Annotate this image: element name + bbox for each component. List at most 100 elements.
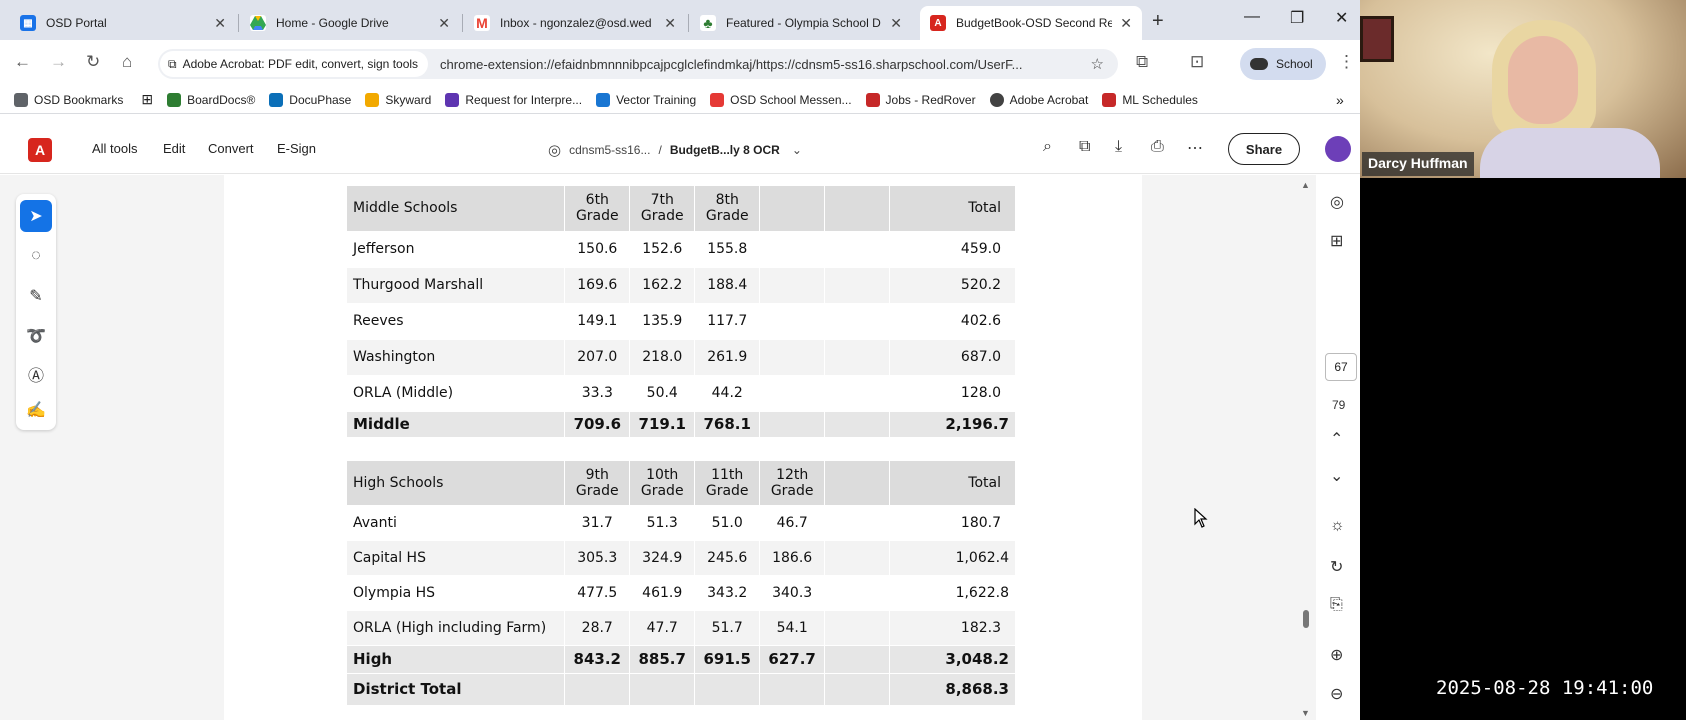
bookmark-osd-messenger[interactable]: OSD School Messen... — [710, 92, 852, 107]
value-cell: 719.1 — [629, 411, 696, 438]
menu-e-sign[interactable]: E-Sign — [277, 141, 316, 156]
chevron-down-icon: ⌄ — [791, 143, 802, 157]
more-options-icon[interactable]: ⋯ — [1187, 138, 1203, 158]
bookmark-label: Skyward — [385, 92, 432, 107]
bookmark-redrover[interactable]: Jobs - RedRover — [865, 92, 976, 107]
minimize-icon[interactable]: — — [1244, 8, 1260, 26]
user-avatar[interactable] — [1325, 136, 1351, 162]
close-icon[interactable]: ✕ — [664, 15, 676, 32]
chevron-up-icon[interactable]: ⌃ — [1330, 429, 1343, 449]
new-tab-icon[interactable]: + — [1152, 10, 1164, 33]
comment-icon[interactable]: ◌ — [20, 240, 52, 272]
chevron-down-icon[interactable]: ⌄ — [1330, 466, 1343, 486]
home-icon[interactable]: ⌂ — [122, 52, 132, 72]
bookmark-star-icon[interactable]: ☆ — [1091, 55, 1104, 73]
table-row: ORLA (High including Farm) 28.7 47.7 51.… — [347, 610, 1016, 646]
zoom-in-icon[interactable]: ⊕ — [1330, 645, 1343, 665]
acrobat-logo-icon[interactable]: A — [28, 138, 52, 162]
value-cell — [759, 231, 826, 268]
scroll-up-icon[interactable]: ▲ — [1301, 180, 1310, 190]
bookmark-vector-training[interactable]: Vector Training — [596, 92, 696, 107]
participant-shirt — [1480, 128, 1660, 178]
header-cell — [824, 186, 891, 232]
total-cell: 128.0 — [889, 375, 1016, 412]
menu-edit[interactable]: Edit — [163, 141, 185, 156]
extension-chip[interactable]: ⧉ Adobe Acrobat: PDF edit, convert, sign… — [160, 51, 429, 77]
print-icon[interactable]: ⎙ — [1151, 138, 1164, 156]
bookmark-skyward[interactable]: Skyward — [365, 92, 432, 107]
bookmark-request-interpreter[interactable]: Request for Interpre... — [445, 92, 582, 107]
bookmark-boarddocs[interactable]: BoardDocs® — [167, 92, 255, 107]
value-cell: 691.5 — [694, 645, 761, 674]
docuphase-icon — [269, 92, 284, 107]
tab-separator — [238, 14, 239, 32]
close-icon[interactable]: ✕ — [214, 15, 226, 32]
redrover-icon — [865, 92, 880, 107]
school-name: ORLA (Middle) — [347, 375, 566, 412]
bookmark-adobe-acrobat[interactable]: Adobe Acrobat — [989, 92, 1088, 107]
extensions-icon[interactable]: ⧉ — [1136, 52, 1148, 72]
select-cursor-icon[interactable]: ➤ — [20, 200, 52, 232]
tab-bar: ▦ OSD Portal ✕ Home - Google Drive ✕ M I… — [0, 0, 1360, 40]
menu-convert[interactable]: Convert — [208, 141, 254, 156]
zoom-out-icon[interactable]: ⊖ — [1330, 684, 1343, 704]
tab-budgetbook[interactable]: A BudgetBook-OSD Second Re ✕ — [920, 6, 1142, 40]
lasso-icon[interactable]: ➰ — [20, 320, 52, 352]
thumbnails-grid-icon[interactable]: ⊞ — [1330, 231, 1343, 251]
value-cell: 150.6 — [564, 231, 631, 268]
gmail-icon: M — [474, 15, 490, 31]
scroll-down-icon[interactable]: ▼ — [1301, 708, 1310, 718]
menu-all-tools[interactable]: All tools — [92, 141, 138, 156]
youtube-icon — [710, 92, 725, 107]
value-cell: 885.7 — [629, 645, 696, 674]
total-cell: 687.0 — [889, 339, 1016, 376]
bookmark-docuphase[interactable]: DocuPhase — [269, 92, 351, 107]
school-name: Thurgood Marshall — [347, 267, 566, 304]
scroll-thumb[interactable] — [1303, 610, 1309, 628]
highlight-pen-icon[interactable]: ✎ — [20, 280, 52, 312]
tab-gmail[interactable]: M Inbox - ngonzalez@osd.wed ✕ — [464, 6, 686, 40]
brightness-icon[interactable]: ☼ — [1330, 517, 1345, 535]
ai-assistant-icon[interactable]: ◎ — [1330, 192, 1344, 212]
document-export-icon[interactable]: ⎘ — [1330, 596, 1343, 614]
document-breadcrumb[interactable]: ◎ cdnsm5-ss16... / BudgetB...ly 8 OCR ⌄ — [548, 141, 802, 159]
tab-olympia-featured[interactable]: ♣ Featured - Olympia School D ✕ — [690, 6, 912, 40]
bookmark-label: ML Schedules — [1122, 92, 1198, 107]
back-icon[interactable]: ← — [14, 52, 31, 72]
tab-osd-portal[interactable]: ▦ OSD Portal ✕ — [10, 6, 236, 40]
close-window-icon[interactable]: ✕ — [1335, 8, 1348, 28]
close-icon[interactable]: ✕ — [890, 15, 902, 32]
table-total-row: Middle 709.6 719.1 768.1 2,196.7 — [347, 411, 1016, 438]
download-icon[interactable]: ⤓ — [1115, 138, 1122, 156]
table-row: Jefferson 150.6 152.6 155.8 459.0 — [347, 231, 1016, 268]
sign-icon[interactable]: ✍ — [20, 394, 52, 426]
total-cell: 180.7 — [889, 505, 1016, 541]
url-text: chrome-extension://efaidnbmnnnibpcajpcgl… — [440, 56, 1023, 72]
profile-chip[interactable]: School — [1240, 48, 1326, 80]
tab-google-drive[interactable]: Home - Google Drive ✕ — [240, 6, 460, 40]
value-cell: 149.1 — [564, 303, 631, 340]
bookmark-ml-schedules[interactable]: ML Schedules — [1102, 92, 1198, 107]
restore-icon[interactable]: ❐ — [1290, 8, 1304, 28]
text-select-icon[interactable]: Ⓐ — [20, 358, 52, 390]
more-bookmarks-icon[interactable]: » — [1336, 92, 1344, 108]
pages-icon[interactable]: ⧉ — [1079, 138, 1090, 156]
share-button[interactable]: Share — [1228, 133, 1300, 165]
acrobat-icon: A — [930, 15, 946, 31]
apps-grid-icon[interactable]: ⊞ — [141, 91, 153, 108]
value-cell: 162.2 — [629, 267, 696, 304]
page-number-input[interactable]: 67 — [1325, 353, 1357, 381]
rotate-icon[interactable]: ↻ — [1330, 557, 1343, 577]
total-cell: 8,868.3 — [889, 673, 1016, 706]
reload-icon[interactable]: ↻ — [86, 52, 100, 72]
menu-kebab-icon[interactable]: ⋮ — [1338, 52, 1355, 72]
value-cell: 188.4 — [694, 267, 761, 304]
vertical-scrollbar[interactable]: ▲ ▼ — [1300, 180, 1312, 720]
close-icon[interactable]: ✕ — [438, 15, 450, 32]
search-icon[interactable]: ⌕ — [1043, 138, 1052, 156]
close-icon[interactable]: ✕ — [1120, 15, 1132, 32]
forward-icon[interactable]: → — [50, 52, 67, 72]
bookmark-osd[interactable]: OSD Bookmarks — [14, 92, 123, 107]
address-bar[interactable]: ⧉ Adobe Acrobat: PDF edit, convert, sign… — [158, 49, 1118, 79]
tab-search-icon[interactable]: ⊡ — [1190, 52, 1204, 72]
